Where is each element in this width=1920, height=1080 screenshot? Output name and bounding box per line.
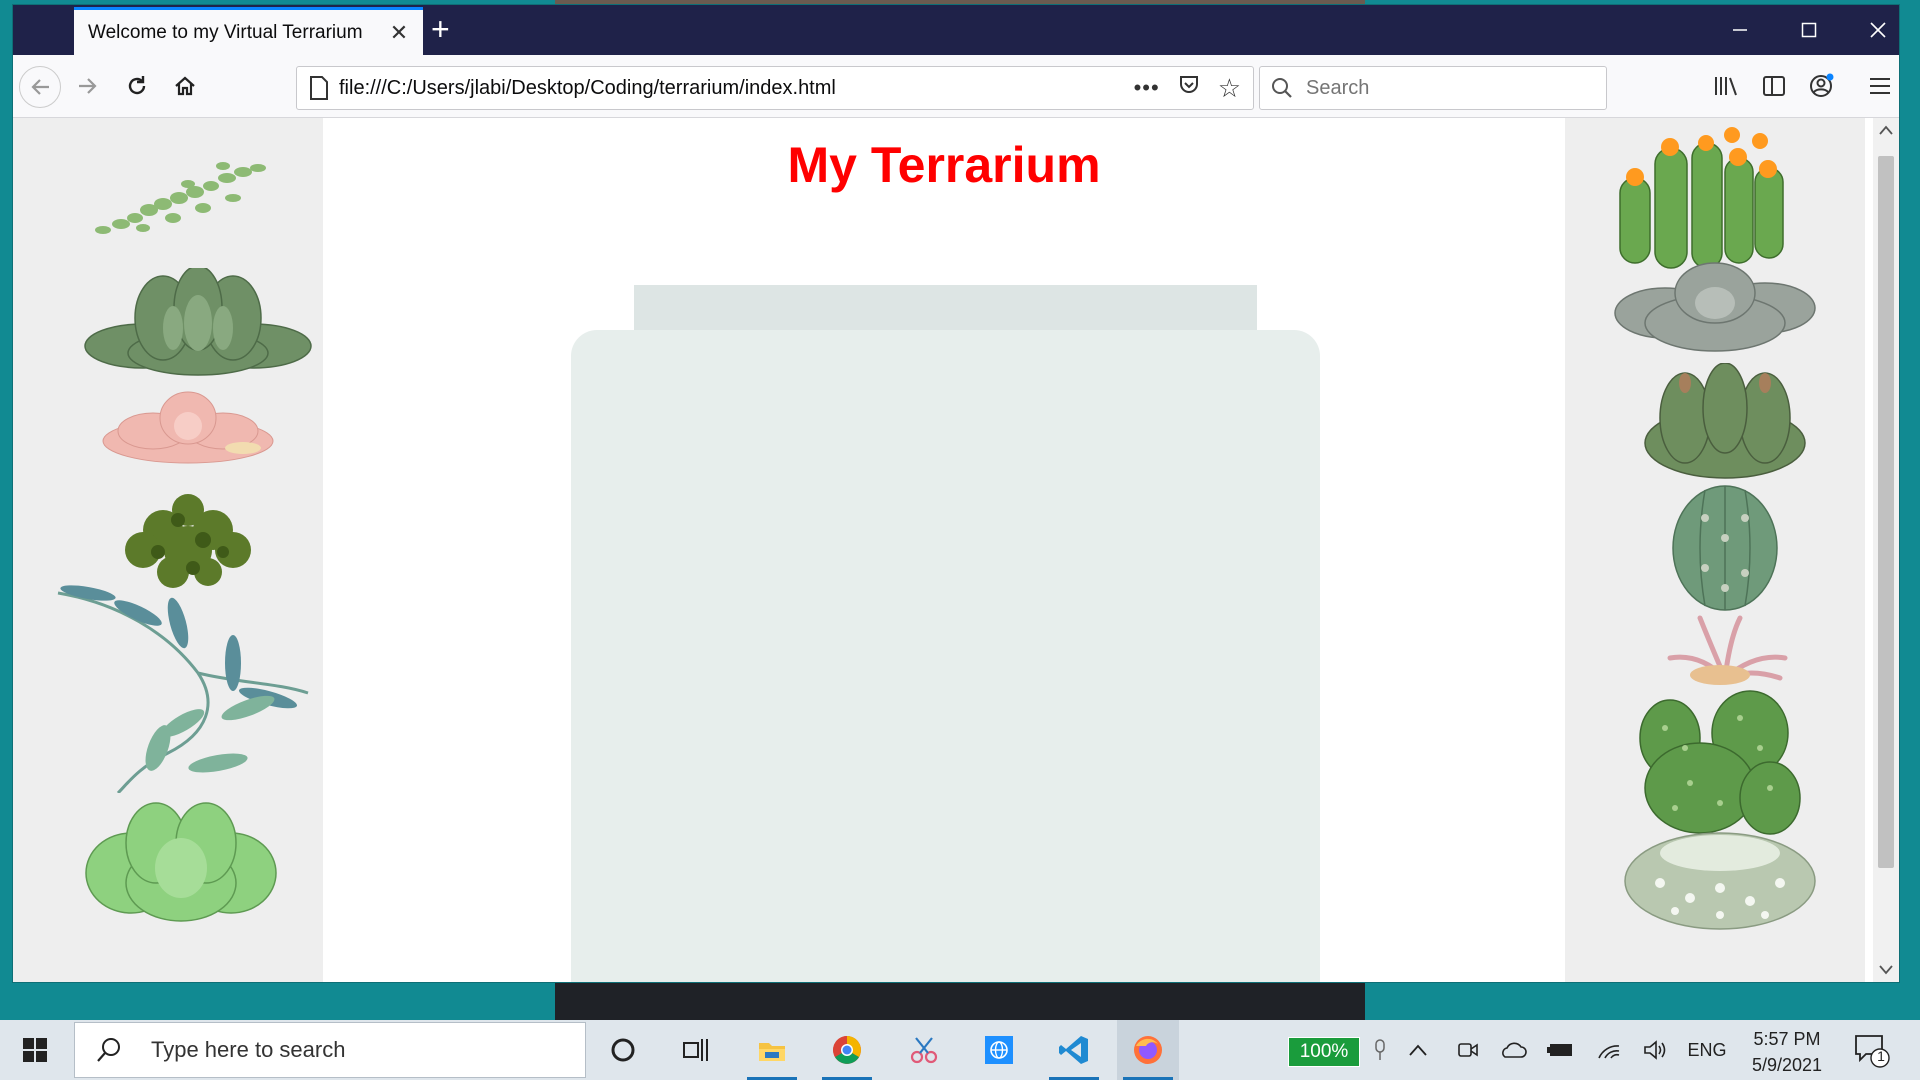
- touch-pen-icon[interactable]: [1365, 1020, 1395, 1080]
- tab-title: Welcome to my Virtual Terrarium: [88, 21, 363, 43]
- show-hidden-icons-chevron-icon[interactable]: [1402, 1020, 1434, 1080]
- maximize-icon[interactable]: [1774, 5, 1843, 55]
- page-actions-icon[interactable]: •••: [1134, 75, 1160, 101]
- battery-icon[interactable]: [1544, 1020, 1578, 1080]
- taskbar: Type here to search 100% ENG 5:57 PM 5/9…: [0, 1020, 1920, 1080]
- page-title: My Terrarium: [787, 137, 1101, 193]
- left-plant-container: [13, 118, 323, 982]
- language-indicator[interactable]: ENG: [1682, 1020, 1732, 1080]
- page-icon: [310, 76, 328, 100]
- firefox-icon[interactable]: [1117, 1020, 1179, 1080]
- windows-start-icon[interactable]: [0, 1020, 70, 1080]
- vscode-icon[interactable]: [1043, 1020, 1105, 1080]
- search-input[interactable]: [1304, 75, 1606, 101]
- clock[interactable]: 5:57 PM 5/9/2021: [1732, 1026, 1842, 1078]
- reload-icon[interactable]: [117, 66, 157, 106]
- search-box[interactable]: [1259, 66, 1607, 110]
- vertical-scrollbar[interactable]: [1873, 118, 1899, 982]
- tab-bar: Welcome to my Virtual Terrarium ✕ +: [13, 5, 1899, 55]
- clock-date: 5/9/2021: [1751, 1055, 1823, 1075]
- wifi-icon[interactable]: [1592, 1020, 1626, 1080]
- address-bar[interactable]: file:///C:/Users/jlabi/Desktop/Coding/te…: [296, 66, 1254, 110]
- battery-percentage: 100%: [1288, 1037, 1360, 1067]
- navigation-toolbar: file:///C:/Users/jlabi/Desktop/Coding/te…: [13, 55, 1899, 118]
- clock-time: 5:57 PM: [1753, 1029, 1821, 1049]
- taskbar-search-placeholder: Type here to search: [151, 1037, 346, 1062]
- pocket-icon[interactable]: [1178, 74, 1200, 102]
- jar: [571, 330, 1320, 982]
- scroll-up-icon[interactable]: [1873, 118, 1899, 142]
- plant-5[interactable]: [48, 573, 318, 793]
- scroll-down-icon[interactable]: [1873, 958, 1899, 982]
- chrome-icon[interactable]: [816, 1020, 878, 1080]
- plant-12[interactable]: [1660, 613, 1790, 688]
- plant-11[interactable]: [1660, 478, 1790, 613]
- plant-7[interactable]: [113, 938, 233, 958]
- taskbar-search-box[interactable]: Type here to search: [74, 1022, 586, 1078]
- bookmark-star-icon[interactable]: ☆: [1218, 73, 1241, 104]
- sidebar-icon[interactable]: [1754, 66, 1794, 106]
- menu-icon[interactable]: [1860, 66, 1900, 106]
- cortana-icon[interactable]: [592, 1020, 654, 1080]
- plant-1[interactable]: [83, 158, 273, 243]
- plant-6[interactable]: [81, 798, 281, 923]
- file-explorer-icon[interactable]: [741, 1020, 803, 1080]
- page-viewport: My Terrarium: [13, 118, 1899, 982]
- plant-14[interactable]: [1620, 823, 1820, 933]
- plant-10[interactable]: [1640, 363, 1810, 483]
- close-tab-icon[interactable]: ✕: [385, 20, 413, 46]
- onedrive-icon[interactable]: [1496, 1020, 1530, 1080]
- notification-center-icon[interactable]: 1: [1852, 1032, 1892, 1068]
- volume-icon[interactable]: [1638, 1020, 1674, 1080]
- snip-sketch-icon[interactable]: [893, 1020, 955, 1080]
- scroll-thumb[interactable]: [1878, 156, 1894, 868]
- url-text[interactable]: file:///C:/Users/jlabi/Desktop/Coding/te…: [339, 77, 1134, 100]
- new-tab-icon[interactable]: +: [431, 13, 450, 45]
- plant-3[interactable]: [93, 386, 283, 471]
- minimize-icon[interactable]: [1705, 5, 1774, 55]
- plant-9[interactable]: [1610, 258, 1820, 358]
- browser-tab[interactable]: Welcome to my Virtual Terrarium ✕: [74, 7, 423, 55]
- task-view-icon[interactable]: [665, 1020, 727, 1080]
- plant-13[interactable]: [1630, 688, 1810, 838]
- jar-lid: [634, 285, 1257, 330]
- account-icon[interactable]: [1802, 66, 1842, 106]
- desktop-wallpaper-bottom: [555, 980, 1365, 1020]
- library-icon[interactable]: [1706, 66, 1746, 106]
- search-icon: [97, 1038, 120, 1062]
- search-icon: [1272, 78, 1292, 98]
- browser-window: Welcome to my Virtual Terrarium ✕ + file…: [13, 5, 1899, 982]
- plant-2[interactable]: [83, 268, 313, 378]
- notification-count: 1: [1877, 1048, 1885, 1064]
- forward-icon[interactable]: [68, 66, 108, 106]
- right-plant-container: [1565, 118, 1865, 982]
- browser-app-icon[interactable]: [968, 1020, 1030, 1080]
- meet-now-icon[interactable]: [1452, 1020, 1484, 1080]
- back-icon[interactable]: [19, 66, 61, 108]
- home-icon[interactable]: [165, 66, 205, 106]
- close-window-icon[interactable]: [1843, 5, 1912, 55]
